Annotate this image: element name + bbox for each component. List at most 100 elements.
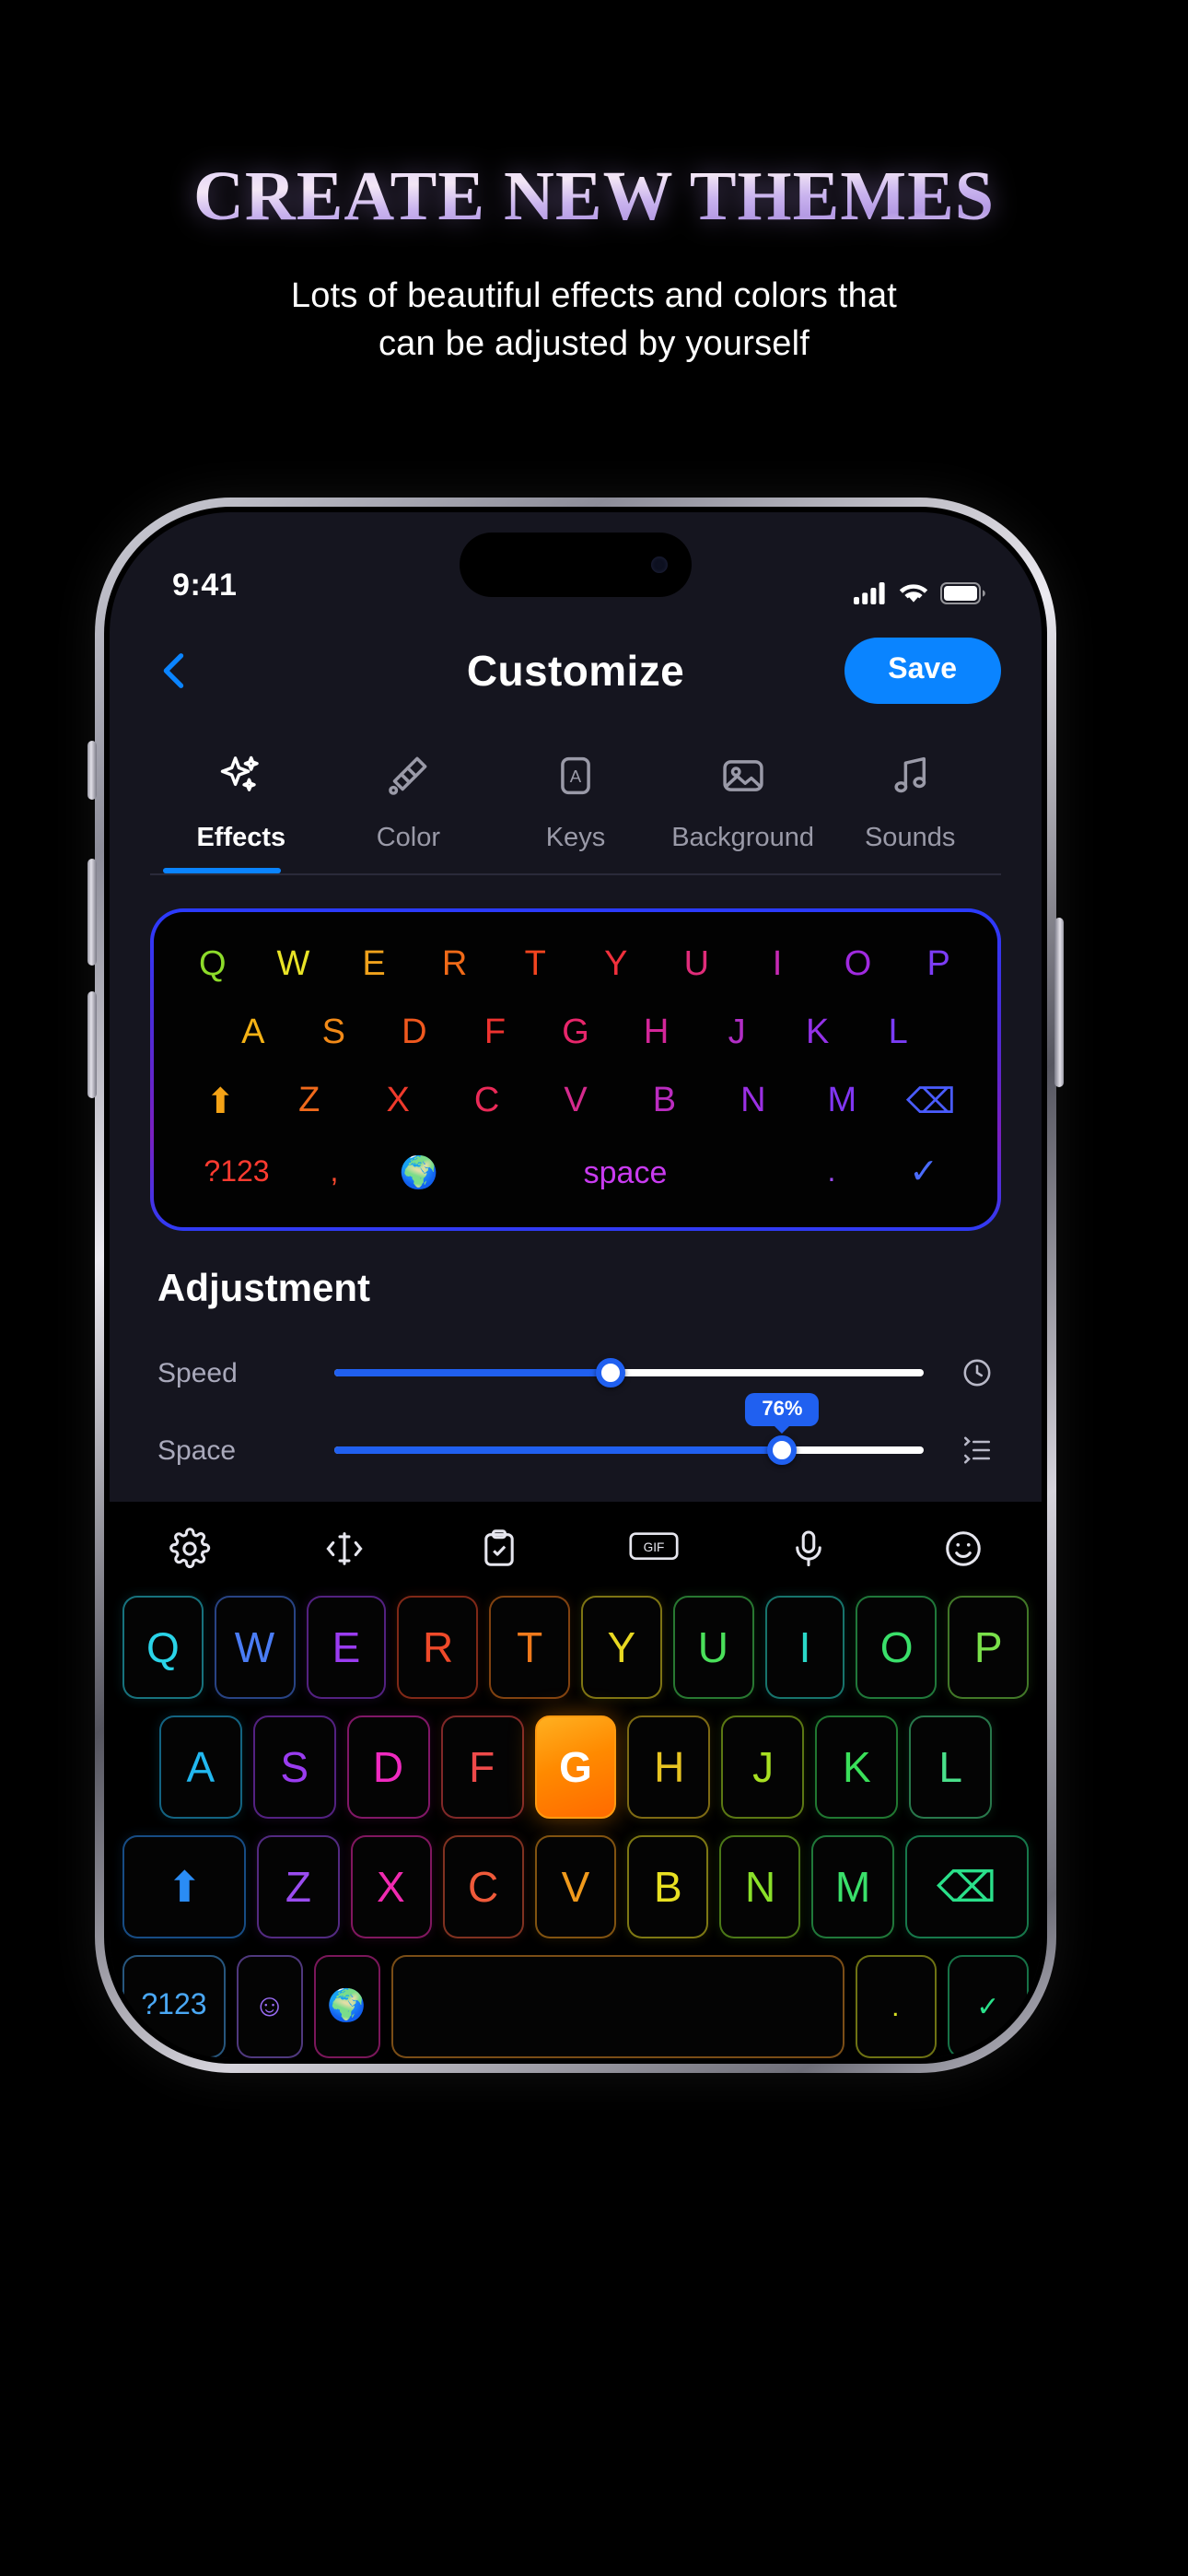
promo-subtitle: Lots of beautiful effects and colors tha… xyxy=(0,272,1188,369)
preview-key-numeric[interactable]: ?123 xyxy=(180,1156,294,1189)
slider-track-space[interactable]: 76% xyxy=(334,1393,924,1465)
keyboard-key-o[interactable]: O xyxy=(856,1596,938,1699)
status-bar-time: 9:41 xyxy=(172,568,238,603)
keyboard-key-w[interactable]: W xyxy=(214,1596,296,1699)
gear-icon[interactable] xyxy=(157,1528,220,1570)
keyboard-key-d[interactable]: D xyxy=(346,1715,430,1819)
back-button[interactable] xyxy=(150,647,198,695)
emoji-smiley-icon[interactable] xyxy=(931,1528,994,1570)
keyboard-key-k[interactable]: K xyxy=(815,1715,899,1819)
preview-key-h[interactable]: H xyxy=(616,1013,697,1054)
tab-color[interactable]: Color xyxy=(325,752,493,853)
preview-key-v[interactable]: V xyxy=(531,1082,620,1124)
preview-key-x[interactable]: X xyxy=(354,1082,442,1124)
slider-label-space: Space xyxy=(157,1434,237,1466)
preview-key-s[interactable]: S xyxy=(294,1013,375,1054)
preview-key-e[interactable]: E xyxy=(333,945,414,986)
keyboard-key-e[interactable]: E xyxy=(306,1596,387,1699)
slider-knob-speed[interactable] xyxy=(596,1358,626,1388)
keyboard-key-numeric[interactable]: ?123 xyxy=(122,1955,226,2058)
checkmark-icon[interactable]: ✓ xyxy=(876,1152,972,1194)
preview-key-d[interactable]: D xyxy=(374,1013,455,1054)
keyboard-key-space[interactable] xyxy=(390,1955,844,2058)
checkmark-icon[interactable]: ✓ xyxy=(947,1955,1029,2058)
tab-sounds[interactable]: Sounds xyxy=(826,752,994,853)
preview-key-p[interactable]: P xyxy=(898,945,979,986)
preview-key-k[interactable]: K xyxy=(777,1013,858,1054)
silent-switch[interactable] xyxy=(87,741,97,800)
keyboard-key-a[interactable]: A xyxy=(159,1715,242,1819)
keyboard-key-x[interactable]: X xyxy=(350,1835,432,1938)
preview-key-l[interactable]: L xyxy=(857,1013,938,1054)
emoji-smiley-icon[interactable]: ☺ xyxy=(236,1955,303,2058)
volume-down-button[interactable] xyxy=(87,991,97,1098)
gif-icon[interactable]: GIF xyxy=(622,1528,684,1570)
globe-icon[interactable]: 🌍 xyxy=(375,1154,463,1191)
save-button[interactable]: Save xyxy=(844,638,1001,704)
preview-key-g[interactable]: G xyxy=(535,1013,616,1054)
keyboard-key-f[interactable]: F xyxy=(440,1715,524,1819)
preview-key-period[interactable]: . xyxy=(787,1156,876,1189)
keyboard-key-b[interactable]: B xyxy=(627,1835,709,1938)
keyboard-key-y[interactable]: Y xyxy=(581,1596,662,1699)
keyboard-key-m[interactable]: M xyxy=(811,1835,894,1938)
slider-fill-speed xyxy=(334,1369,611,1376)
preview-key-t[interactable]: T xyxy=(495,945,576,986)
preview-key-f[interactable]: F xyxy=(455,1013,536,1054)
preview-key-j[interactable]: J xyxy=(696,1013,777,1054)
preview-key-b[interactable]: B xyxy=(620,1082,708,1124)
cursor-move-icon[interactable] xyxy=(312,1528,375,1570)
paint-brush-icon xyxy=(384,752,432,800)
preview-key-o[interactable]: O xyxy=(818,945,899,986)
globe-icon[interactable]: 🌍 xyxy=(313,1955,380,2058)
keyboard-preview[interactable]: QWERTYUIOP ASDFGHJKL ⬆ Z X C V B N M ⌫ ?123 , 🌍 … xyxy=(154,912,997,1227)
navigation-bar: Customize Save xyxy=(110,615,1042,726)
preview-key-i[interactable]: I xyxy=(737,945,818,986)
preview-key-space[interactable]: space xyxy=(463,1154,787,1191)
keyboard-key-l[interactable]: L xyxy=(909,1715,993,1819)
keyboard-key-i[interactable]: I xyxy=(764,1596,845,1699)
preview-key-u[interactable]: U xyxy=(657,945,738,986)
slider-label-speed: Speed xyxy=(157,1357,238,1388)
keyboard-key-period[interactable]: . xyxy=(855,1955,937,2058)
clock-icon xyxy=(924,1356,994,1389)
preview-key-comma[interactable]: , xyxy=(294,1156,375,1189)
keyboard-key-z[interactable]: Z xyxy=(257,1835,340,1938)
keyboard-backspace-icon[interactable]: ⌫ xyxy=(904,1835,1029,1938)
microphone-icon[interactable] xyxy=(776,1528,839,1570)
keyboard-key-n[interactable]: N xyxy=(719,1835,801,1938)
tab-background[interactable]: Background xyxy=(659,752,827,853)
tab-label-color: Color xyxy=(376,824,441,853)
preview-key-r[interactable]: R xyxy=(414,945,495,986)
keyboard-key-j[interactable]: J xyxy=(721,1715,805,1819)
keyboard-key-g[interactable]: G xyxy=(534,1715,617,1819)
keyboard-preview-container: QWERTYUIOP ASDFGHJKL ⬆ Z X C V B N M ⌫ ?123 , 🌍 … xyxy=(110,875,1042,1231)
keyboard-key-s[interactable]: S xyxy=(252,1715,336,1819)
preview-shift-icon[interactable]: ⬆ xyxy=(176,1082,264,1124)
preview-key-y[interactable]: Y xyxy=(576,945,657,986)
power-button[interactable] xyxy=(1054,918,1064,1087)
tab-keys[interactable]: A Keys xyxy=(492,752,659,853)
preview-key-a[interactable]: A xyxy=(213,1013,294,1054)
keyboard-key-q[interactable]: Q xyxy=(122,1596,204,1699)
keyboard-key-u[interactable]: U xyxy=(672,1596,754,1699)
keyboard-key-r[interactable]: R xyxy=(397,1596,479,1699)
slider-track-speed[interactable] xyxy=(334,1358,924,1388)
preview-key-m[interactable]: M xyxy=(798,1082,886,1124)
clipboard-icon[interactable] xyxy=(467,1528,530,1570)
keyboard-shift-icon[interactable]: ⬆ xyxy=(122,1835,247,1938)
preview-key-w[interactable]: W xyxy=(253,945,334,986)
keyboard-key-c[interactable]: C xyxy=(442,1835,524,1938)
keyboard-key-v[interactable]: V xyxy=(534,1835,617,1938)
keyboard-key-t[interactable]: T xyxy=(489,1596,570,1699)
preview-key-q[interactable]: Q xyxy=(172,945,253,986)
keyboard-key-h[interactable]: H xyxy=(627,1715,711,1819)
keyboard-key-p[interactable]: P xyxy=(948,1596,1029,1699)
volume-up-button[interactable] xyxy=(87,859,97,966)
tab-effects[interactable]: Effects xyxy=(157,752,325,853)
preview-key-z[interactable]: Z xyxy=(264,1082,353,1124)
preview-backspace-icon[interactable]: ⌫ xyxy=(887,1082,975,1124)
preview-key-c[interactable]: C xyxy=(442,1082,530,1124)
slider-knob-space[interactable] xyxy=(767,1435,798,1465)
preview-key-n[interactable]: N xyxy=(709,1082,798,1124)
